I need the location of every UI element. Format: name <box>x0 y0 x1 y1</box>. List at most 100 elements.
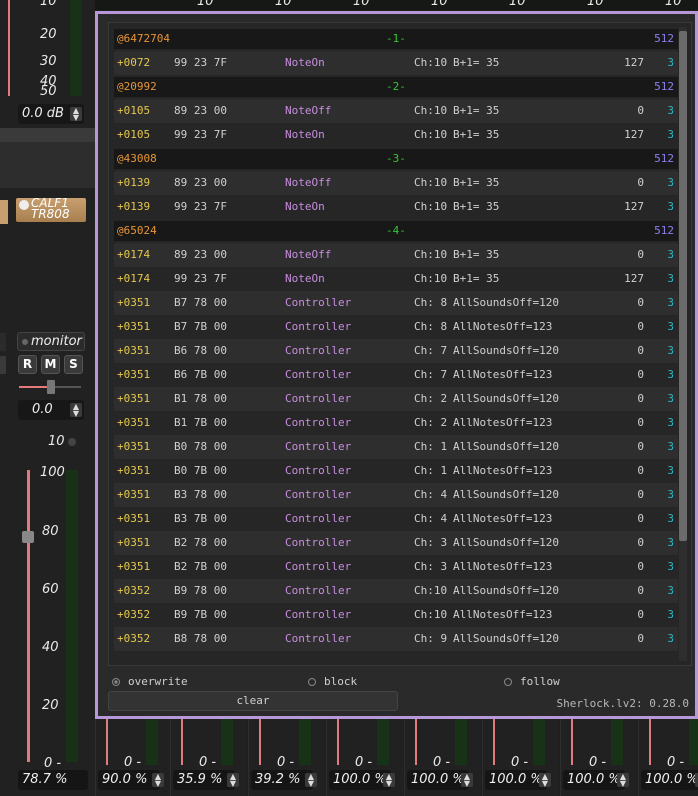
record-button[interactable]: R <box>18 355 37 374</box>
event-number: 0 <box>637 560 644 573</box>
midi-event-row[interactable]: +0351 B7 78 00 Controller Ch: 8 AllSoundsOff… <box>114 291 678 315</box>
clipped-button[interactable] <box>0 333 6 351</box>
fader-spin-arrows-icon[interactable]: ▲▼ <box>227 773 239 788</box>
event-offset: +0351 <box>117 296 151 309</box>
overwrite-radio-icon[interactable] <box>112 678 120 686</box>
trim-spin-arrows-icon[interactable]: ▲ ▼ <box>70 403 82 418</box>
fader-gain-box[interactable]: 39.2 % <box>251 770 313 790</box>
plugin-slot-left[interactable] <box>0 200 8 224</box>
fader-gain-box[interactable]: 100.0 % <box>641 770 698 790</box>
midi-event-row[interactable]: +0352 B8 78 00 Controller Ch: 9 AllSoundsOff… <box>114 627 678 651</box>
midi-event-row[interactable]: +0351 B3 78 00 Controller Ch: 4 AllSoundsOff… <box>114 483 678 507</box>
fader-spin-arrows-icon[interactable]: ▲▼ <box>305 773 317 788</box>
event-channel: Ch:10 <box>414 128 448 141</box>
fader-spin-arrows-icon[interactable]: ▲▼ <box>539 773 551 788</box>
fader-spin-arrows-icon[interactable]: ▲▼ <box>461 773 473 788</box>
volume-fader[interactable] <box>181 719 183 765</box>
midi-event-row[interactable]: +0139 89 23 00 NoteOff Ch:10 B+1= 35 0 3 <box>114 171 678 195</box>
fader-gain-box[interactable]: 100.0 % <box>329 770 391 790</box>
fader-gain-value: 100.0 % <box>645 772 698 787</box>
midi-event-row[interactable]: +0351 B2 7B 00 Controller Ch: 3 AllNotesOff=… <box>114 555 678 579</box>
midi-event-list[interactable]: @6472704 -1- 512 +0072 99 23 7F NoteOn Ch:10 B+… <box>108 22 692 666</box>
fader-gain-value: 100.0 % <box>489 772 543 787</box>
sherlock-window[interactable]: @6472704 -1- 512 +0072 99 23 7F NoteOn Ch:10 B+… <box>95 11 698 719</box>
event-number: 127 <box>624 272 644 285</box>
volume-fader[interactable] <box>106 719 108 765</box>
fader-gain-box[interactable]: 35.9 % <box>173 770 235 790</box>
volume-fader[interactable] <box>571 719 573 765</box>
level-meter-bar <box>533 719 545 765</box>
midi-event-row[interactable]: +0105 89 23 00 NoteOff Ch:10 B+1= 35 0 3 <box>114 99 678 123</box>
midi-event-row[interactable]: +0351 B7 7B 00 Controller Ch: 8 AllNotesOff=… <box>114 315 678 339</box>
fader-gain-box[interactable]: 100.0 % <box>407 770 469 790</box>
follow-option[interactable]: follow <box>504 675 560 689</box>
fader-gain-box[interactable]: 100.0 % <box>485 770 547 790</box>
meter-scale-30: 30 <box>40 54 57 69</box>
clipped-button[interactable] <box>0 356 6 374</box>
volume-fader[interactable] <box>415 719 417 765</box>
event-offset: +0351 <box>117 560 151 573</box>
frame-header-row[interactable]: @6472704 -1- 512 <box>114 29 678 49</box>
event-channel: Ch: 8 <box>414 320 448 333</box>
volume-fader[interactable] <box>493 719 495 765</box>
fader-gain-box[interactable]: 78.7 % <box>18 770 88 790</box>
midi-event-row[interactable]: +0174 89 23 00 NoteOff Ch:10 B+1= 35 0 3 <box>114 243 678 267</box>
midi-event-row[interactable]: +0351 B3 7B 00 Controller Ch: 4 AllNotesOff=… <box>114 507 678 531</box>
midi-event-row[interactable]: +0352 B9 7B 00 Controller Ch:10 AllNotesOff=… <box>114 603 678 627</box>
midi-event-row[interactable]: +0351 B6 7B 00 Controller Ch: 7 AllNotesOff=… <box>114 363 678 387</box>
volume-fader[interactable] <box>27 470 30 762</box>
event-bytes: 89 23 00 <box>174 248 227 261</box>
block-radio-icon[interactable] <box>308 678 316 686</box>
event-offset: +0352 <box>117 632 151 645</box>
gain-spin-arrows-icon[interactable]: ▲ ▼ <box>70 107 82 122</box>
fader-spin-arrows-icon[interactable]: ▲▼ <box>617 773 629 788</box>
fader-gain-box[interactable]: 100.0 % <box>563 770 625 790</box>
fader-gain-box[interactable]: 90.0 % <box>98 770 160 790</box>
event-port: 3 <box>667 560 674 573</box>
midi-event-row[interactable]: +0174 99 23 7F NoteOn Ch:10 B+1= 35 127 3 <box>114 267 678 291</box>
midi-event-row[interactable]: +0105 99 23 7F NoteOn Ch:10 B+1= 35 127 3 <box>114 123 678 147</box>
midi-event-row[interactable]: +0351 B1 7B 00 Controller Ch: 2 AllNotesOff=… <box>114 411 678 435</box>
monitor-led-icon <box>22 339 28 345</box>
midi-event-row[interactable]: +0352 B9 78 00 Controller Ch:10 AllSoundsOff… <box>114 579 678 603</box>
event-channel: Ch: 9 <box>414 632 448 645</box>
midi-event-row[interactable]: +0351 B2 78 00 Controller Ch: 3 AllSoundsOff… <box>114 531 678 555</box>
monitor-button[interactable]: monitor <box>17 332 85 351</box>
list-scroll-thumb[interactable] <box>679 31 687 541</box>
volume-fader[interactable] <box>337 719 339 765</box>
midi-event-row[interactable]: +0072 99 23 7F NoteOn Ch:10 B+1= 35 127 3 <box>114 51 678 75</box>
event-type: NoteOff <box>285 248 332 261</box>
volume-fader-handle[interactable] <box>22 531 34 543</box>
midi-event-row[interactable]: +0139 99 23 7F NoteOn Ch:10 B+1= 35 127 3 <box>114 195 678 219</box>
plugin-label: CALF1 TR808 <box>31 198 70 221</box>
overwrite-option[interactable]: overwrite <box>112 675 188 689</box>
plugin-power-icon[interactable] <box>19 200 29 210</box>
fader-spin-arrows-icon[interactable]: ▲▼ <box>383 773 395 788</box>
horizontal-scrollbar[interactable] <box>0 128 95 142</box>
event-value: B+1= 35 <box>453 104 500 117</box>
mixer-strip-bottom: 0 - 100.0 %▲▼ <box>404 719 481 796</box>
midi-event-row[interactable]: +0351 B0 7B 00 Controller Ch: 1 AllNotesOff=… <box>114 459 678 483</box>
volume-fader[interactable] <box>259 719 261 765</box>
event-value: B+1= 35 <box>453 272 500 285</box>
event-offset: +0174 <box>117 272 151 285</box>
version-label: Sherlock.lv2: 0.28.0 <box>556 697 689 710</box>
solo-button[interactable]: S <box>64 355 83 374</box>
pan-slider-handle[interactable] <box>47 380 55 394</box>
block-option[interactable]: block <box>308 675 357 689</box>
event-port: 3 <box>667 368 674 381</box>
clear-button[interactable]: clear <box>108 691 398 711</box>
mute-button[interactable]: M <box>41 355 60 374</box>
midi-event-row[interactable]: +0351 B1 78 00 Controller Ch: 2 AllSoundsOff… <box>114 387 678 411</box>
fader-spin-arrows-icon[interactable]: ▲▼ <box>152 773 164 788</box>
follow-radio-icon[interactable] <box>504 678 512 686</box>
midi-event-row[interactable]: +0351 B6 78 00 Controller Ch: 7 AllSoundsOff… <box>114 339 678 363</box>
midi-event-row[interactable]: +0351 B0 78 00 Controller Ch: 1 AllSoundsOff… <box>114 435 678 459</box>
event-number: 0 <box>637 368 644 381</box>
frame-header-row[interactable]: @20992 -2- 512 <box>114 77 678 97</box>
event-offset: +0351 <box>117 536 151 549</box>
volume-fader[interactable] <box>649 719 651 765</box>
frame-header-row[interactable]: @43008 -3- 512 <box>114 149 678 169</box>
plugin-slot-tr808[interactable]: CALF1 TR808 <box>16 198 86 222</box>
frame-header-row[interactable]: @65024 -4- 512 <box>114 221 678 241</box>
